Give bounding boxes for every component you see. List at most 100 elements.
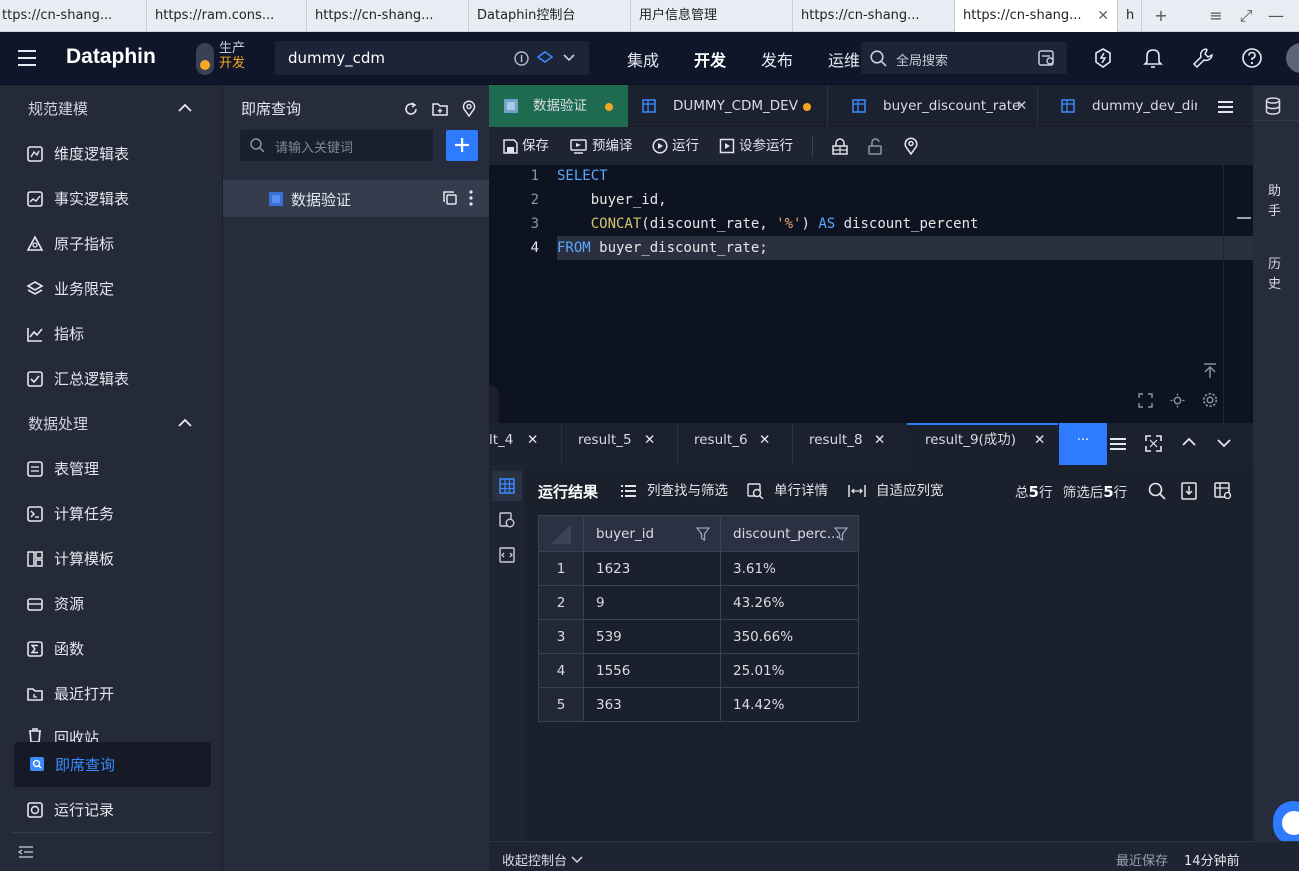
history-tab[interactable]: 历 史: [1268, 255, 1281, 295]
result-tab[interactable]: result_6 ✕: [677, 423, 787, 465]
grid-view-button[interactable]: [492, 471, 522, 501]
browser-tab[interactable]: Dataphin控制台: [469, 0, 631, 32]
avatar[interactable]: [1286, 43, 1299, 73]
browser-tab[interactable]: https://cn-shang...: [793, 0, 955, 32]
log-icon[interactable]: [499, 512, 515, 528]
sidebar-item-atomic-metric[interactable]: 原子指标: [26, 232, 114, 256]
settings-gear-icon[interactable]: [1202, 392, 1218, 408]
chevron-down-icon[interactable]: [563, 53, 575, 63]
sidebar-item-recent[interactable]: 最近打开: [26, 682, 114, 706]
precompile-button[interactable]: 预编译: [570, 135, 633, 157]
browser-tab[interactable]: 用户信息管理: [631, 0, 793, 32]
run-button[interactable]: 运行: [652, 135, 699, 157]
panel-resize-handle[interactable]: [489, 385, 499, 423]
result-tab[interactable]: result_5 ✕: [561, 423, 671, 465]
table-cell[interactable]: 9: [583, 585, 721, 620]
editor-tab-active[interactable]: 数据验证: [489, 85, 628, 127]
sidebar-item-table-management[interactable]: 表管理: [26, 457, 99, 481]
save-button[interactable]: 保存: [502, 135, 549, 157]
editor-tab[interactable]: dummy_dev_din: [1047, 85, 1197, 127]
close-tab-icon[interactable]: ✕: [759, 423, 770, 457]
theme-sun-icon[interactable]: [1170, 393, 1185, 408]
unlock-icon[interactable]: [867, 138, 883, 155]
nav-ops[interactable]: 运维: [828, 47, 860, 71]
table-row[interactable]: 2 9 43.26%: [538, 585, 859, 620]
nav-develop[interactable]: 开发: [694, 47, 726, 71]
sidebar-item-resource[interactable]: 资源: [26, 592, 84, 616]
sidebar-item-business-filter[interactable]: 业务限定: [26, 277, 114, 301]
table-cell[interactable]: 1556: [583, 653, 721, 688]
table-cell[interactable]: 43.26%: [720, 585, 859, 620]
sidebar-item-compute-template[interactable]: 计算模板: [26, 547, 114, 571]
copy-icon[interactable]: [442, 190, 458, 206]
run-with-params-button[interactable]: 设参运行: [719, 135, 793, 157]
table-cell[interactable]: 350.66%: [720, 619, 859, 654]
search-settings-icon[interactable]: [1037, 48, 1057, 68]
locate-icon[interactable]: [461, 100, 477, 117]
search-icon[interactable]: [1148, 482, 1166, 500]
new-tab-icon[interactable]: +: [1149, 0, 1173, 32]
scrollbar-track[interactable]: [1223, 165, 1224, 423]
table-cell[interactable]: 539: [583, 619, 721, 654]
sidebar-item-dimension-table[interactable]: 维度逻辑表: [26, 142, 129, 166]
database-icon[interactable]: [1264, 97, 1282, 115]
filter-icon[interactable]: [834, 527, 848, 541]
result-tab[interactable]: lt_4 ✕: [489, 423, 559, 465]
tab-list-icon[interactable]: [1218, 100, 1234, 114]
table-cell[interactable]: 25.01%: [720, 653, 859, 688]
table-cell[interactable]: 3.61%: [720, 551, 859, 586]
sidebar-item-fact-table[interactable]: 事实逻辑表: [26, 187, 129, 211]
fullscreen-icon[interactable]: ⤢: [1234, 0, 1258, 32]
editor-tab[interactable]: buyer_discount_rate ✕: [838, 85, 1038, 127]
global-search-input[interactable]: 全局搜索: [861, 42, 1067, 74]
bell-icon[interactable]: [1143, 47, 1163, 69]
select-all-cell[interactable]: [538, 515, 584, 552]
collapse-sidebar-icon[interactable]: [17, 845, 35, 861]
explorer-file-item[interactable]: 数据验证: [223, 180, 489, 217]
menu-icon[interactable]: [18, 49, 38, 67]
close-tab-icon[interactable]: ✕: [1016, 85, 1027, 127]
scroll-top-icon[interactable]: [1203, 363, 1217, 379]
help-icon[interactable]: [1241, 47, 1263, 69]
table-cell[interactable]: 1623: [583, 551, 721, 586]
column-header[interactable]: buyer_id: [583, 515, 721, 552]
result-tab[interactable]: result_8 ✕: [792, 423, 902, 465]
sidebar-item-compute-task[interactable]: 计算任务: [26, 502, 114, 526]
sidebar-group-processing[interactable]: 数据处理: [28, 413, 88, 434]
code-view-icon[interactable]: [499, 547, 515, 563]
browser-tab[interactable]: h: [1118, 0, 1142, 32]
sidebar-item-metric[interactable]: 指标: [26, 322, 84, 346]
chevron-up-icon[interactable]: [178, 418, 192, 428]
more-vertical-icon[interactable]: [468, 189, 474, 207]
info-icon[interactable]: [514, 51, 529, 66]
row-detail-button[interactable]: 单行详情: [747, 480, 828, 502]
close-tab-icon[interactable]: ✕: [874, 423, 885, 457]
editor-tab[interactable]: DUMMY_CDM_DEV: [628, 85, 828, 127]
nav-integration[interactable]: 集成: [627, 47, 659, 71]
browser-tab[interactable]: https://ram.cons...: [147, 0, 307, 32]
result-tab-active[interactable]: result_9(成功) ✕: [907, 423, 1058, 465]
tab-list-icon[interactable]: [1110, 437, 1127, 451]
lock-table-icon[interactable]: [831, 138, 849, 155]
sidebar-group-modeling[interactable]: 规范建模: [28, 98, 88, 119]
chevron-up-icon[interactable]: [1182, 437, 1196, 447]
maximize-icon[interactable]: [1145, 435, 1162, 452]
chevron-up-icon[interactable]: [178, 103, 192, 113]
nav-publish[interactable]: 发布: [761, 47, 793, 71]
filter-icon[interactable]: [696, 527, 710, 541]
browser-tab[interactable]: ttps://cn-shang...: [0, 0, 147, 32]
table-cell[interactable]: 363: [583, 687, 721, 722]
browser-tab[interactable]: https://cn-shang...: [307, 0, 469, 32]
location-pin-icon[interactable]: [903, 137, 919, 155]
collapse-console-button[interactable]: 收起控制台: [502, 850, 583, 869]
add-query-button[interactable]: [446, 130, 478, 161]
download-icon[interactable]: [1181, 482, 1197, 500]
sidebar-item-ad-hoc-query-active[interactable]: 即席查询: [14, 742, 211, 787]
table-row[interactable]: 1 1623 3.61%: [538, 551, 859, 586]
refresh-icon[interactable]: [403, 101, 419, 117]
column-header[interactable]: discount_perc...: [720, 515, 859, 552]
table-row[interactable]: 3 539 350.66%: [538, 619, 859, 654]
env-toggle[interactable]: [196, 43, 214, 75]
close-tab-icon[interactable]: ✕: [644, 423, 655, 457]
table-row[interactable]: 4 1556 25.01%: [538, 653, 859, 688]
